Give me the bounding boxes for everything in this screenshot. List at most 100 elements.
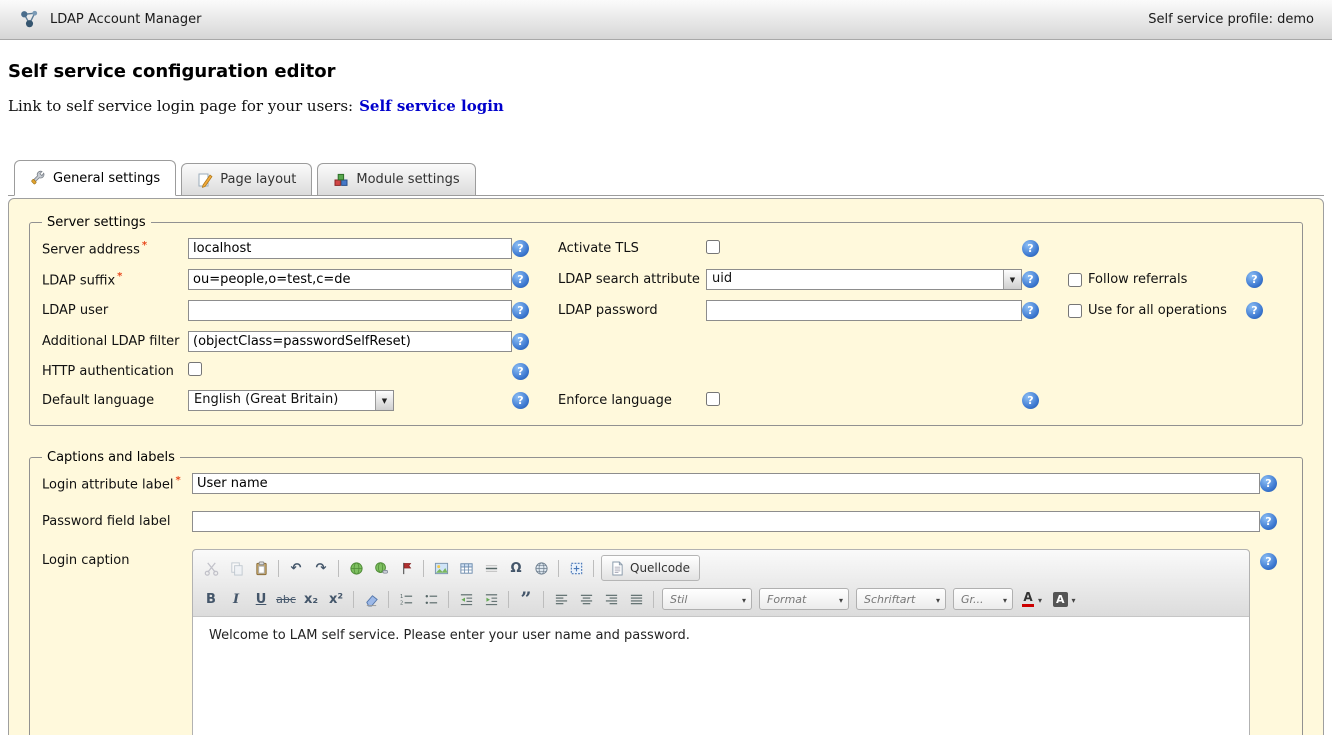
help-icon[interactable] (1022, 302, 1039, 319)
background-color-icon: A (1053, 592, 1068, 607)
format-select[interactable]: Format (759, 588, 849, 610)
numbered-list-button[interactable]: 12 (394, 588, 418, 610)
self-service-login-link[interactable]: Self service login (359, 97, 504, 115)
cut-icon (204, 561, 219, 576)
align-justify-button[interactable] (624, 588, 648, 610)
maximize-icon (569, 561, 584, 576)
tab-general-settings[interactable]: General settings (14, 160, 176, 196)
help-icon[interactable] (1246, 302, 1263, 319)
remove-format-button[interactable] (359, 588, 383, 610)
bold-label: B (206, 592, 216, 607)
indent-icon (484, 592, 499, 607)
source-button[interactable]: Quellcode (601, 555, 700, 581)
tab-page-layout[interactable]: Page layout (181, 163, 312, 195)
follow-referrals-checkbox[interactable] (1068, 273, 1082, 287)
bold-button[interactable]: B (199, 588, 223, 610)
help-icon[interactable] (512, 240, 529, 257)
italic-button[interactable]: I (224, 588, 248, 610)
help-icon[interactable] (1022, 271, 1039, 288)
align-center-button[interactable] (574, 588, 598, 610)
paste-button[interactable] (249, 557, 273, 579)
tab-bar: General settings Page layout Module sett… (8, 160, 1324, 196)
styles-select[interactable]: Stil (662, 588, 752, 610)
help-icon[interactable] (1022, 392, 1039, 409)
activate-tls-checkbox[interactable] (706, 240, 720, 254)
horizontal-rule-icon (484, 561, 499, 576)
horizontal-rule-button[interactable] (479, 557, 503, 579)
editor-content-area[interactable]: Welcome to LAM self service. Please ente… (193, 617, 1249, 735)
redo-button[interactable]: ↷ (309, 557, 333, 579)
password-field-label: Password field label (42, 514, 192, 529)
tab-module-settings[interactable]: Module settings (317, 163, 475, 195)
background-color-button[interactable]: A (1048, 587, 1081, 611)
help-icon[interactable] (512, 392, 529, 409)
text-color-button[interactable]: A (1017, 587, 1047, 611)
help-icon[interactable] (512, 363, 529, 380)
ldap-user-input[interactable] (188, 300, 512, 321)
bullet-list-icon (424, 592, 439, 607)
bullet-list-button[interactable] (419, 588, 443, 610)
login-attribute-label-text: Login attribute label (42, 477, 173, 492)
subscript-button[interactable]: x₂ (299, 588, 323, 610)
ldap-password-input[interactable] (706, 300, 1022, 321)
font-select[interactable]: Schriftart (856, 588, 946, 610)
editor-toolbar: ↶ ↷ (193, 550, 1249, 617)
indent-button[interactable] (479, 588, 503, 610)
help-icon[interactable] (1260, 475, 1277, 492)
help-icon[interactable] (1260, 513, 1277, 530)
help-icon[interactable] (1260, 553, 1277, 570)
ldap-password-label: LDAP password (558, 303, 706, 318)
toolbar-separator (543, 591, 544, 608)
undo-button[interactable]: ↶ (284, 557, 308, 579)
anchor-flag-button[interactable] (394, 557, 418, 579)
captions-grid: Login attribute label* Password field la… (42, 473, 1290, 735)
toolbar-separator (423, 560, 424, 577)
strikethrough-button[interactable]: abc (274, 588, 298, 610)
login-caption-text: Welcome to LAM self service. Please ente… (209, 628, 1233, 643)
cut-button[interactable] (199, 557, 223, 579)
server-settings-legend: Server settings (42, 215, 151, 230)
ldap-search-attribute-select[interactable]: uid (706, 269, 1022, 290)
help-icon[interactable] (512, 302, 529, 319)
underline-button[interactable]: U (249, 588, 273, 610)
unlink-button[interactable] (369, 557, 393, 579)
http-authentication-checkbox[interactable] (188, 362, 202, 376)
server-address-input[interactable] (188, 238, 512, 259)
link-button[interactable] (344, 557, 368, 579)
lam-logo-icon (18, 8, 41, 31)
help-icon[interactable] (1022, 240, 1039, 257)
login-attribute-input[interactable] (192, 473, 1260, 494)
toolbar-separator (508, 591, 509, 608)
additional-ldap-filter-input[interactable] (188, 331, 512, 352)
help-icon[interactable] (512, 271, 529, 288)
maximize-button[interactable] (564, 557, 588, 579)
login-link-intro: Link to self service login page for your… (8, 97, 353, 115)
help-icon[interactable] (1246, 271, 1263, 288)
insert-table-button[interactable] (454, 557, 478, 579)
ldap-suffix-input[interactable] (188, 269, 512, 290)
special-char-button[interactable]: Ω (504, 557, 528, 579)
globe-icon (534, 561, 549, 576)
password-field-label-input[interactable] (192, 511, 1260, 532)
use-for-all-operations-option: Use for all operations (1068, 303, 1246, 318)
help-icon[interactable] (512, 333, 529, 350)
default-language-value: English (Great Britain) (189, 391, 375, 410)
follow-referrals-option: Follow referrals (1068, 272, 1246, 287)
tab-label-module-settings: Module settings (356, 172, 459, 187)
blockquote-icon: ” (521, 594, 532, 604)
enforce-language-checkbox[interactable] (706, 392, 720, 406)
insert-image-button[interactable] (429, 557, 453, 579)
font-size-select[interactable]: Gr... (953, 588, 1013, 610)
align-justify-icon (629, 592, 644, 607)
outdent-button[interactable] (454, 588, 478, 610)
copy-button[interactable] (224, 557, 248, 579)
blockquote-button[interactable]: ” (514, 588, 538, 610)
captions-labels-fieldset: Captions and labels Login attribute labe… (29, 450, 1303, 735)
globe-button[interactable] (529, 557, 553, 579)
toolbar-separator (278, 560, 279, 577)
align-right-button[interactable] (599, 588, 623, 610)
align-left-button[interactable] (549, 588, 573, 610)
superscript-button[interactable]: x² (324, 588, 348, 610)
use-for-all-operations-checkbox[interactable] (1068, 304, 1082, 318)
default-language-select[interactable]: English (Great Britain) (188, 390, 394, 411)
